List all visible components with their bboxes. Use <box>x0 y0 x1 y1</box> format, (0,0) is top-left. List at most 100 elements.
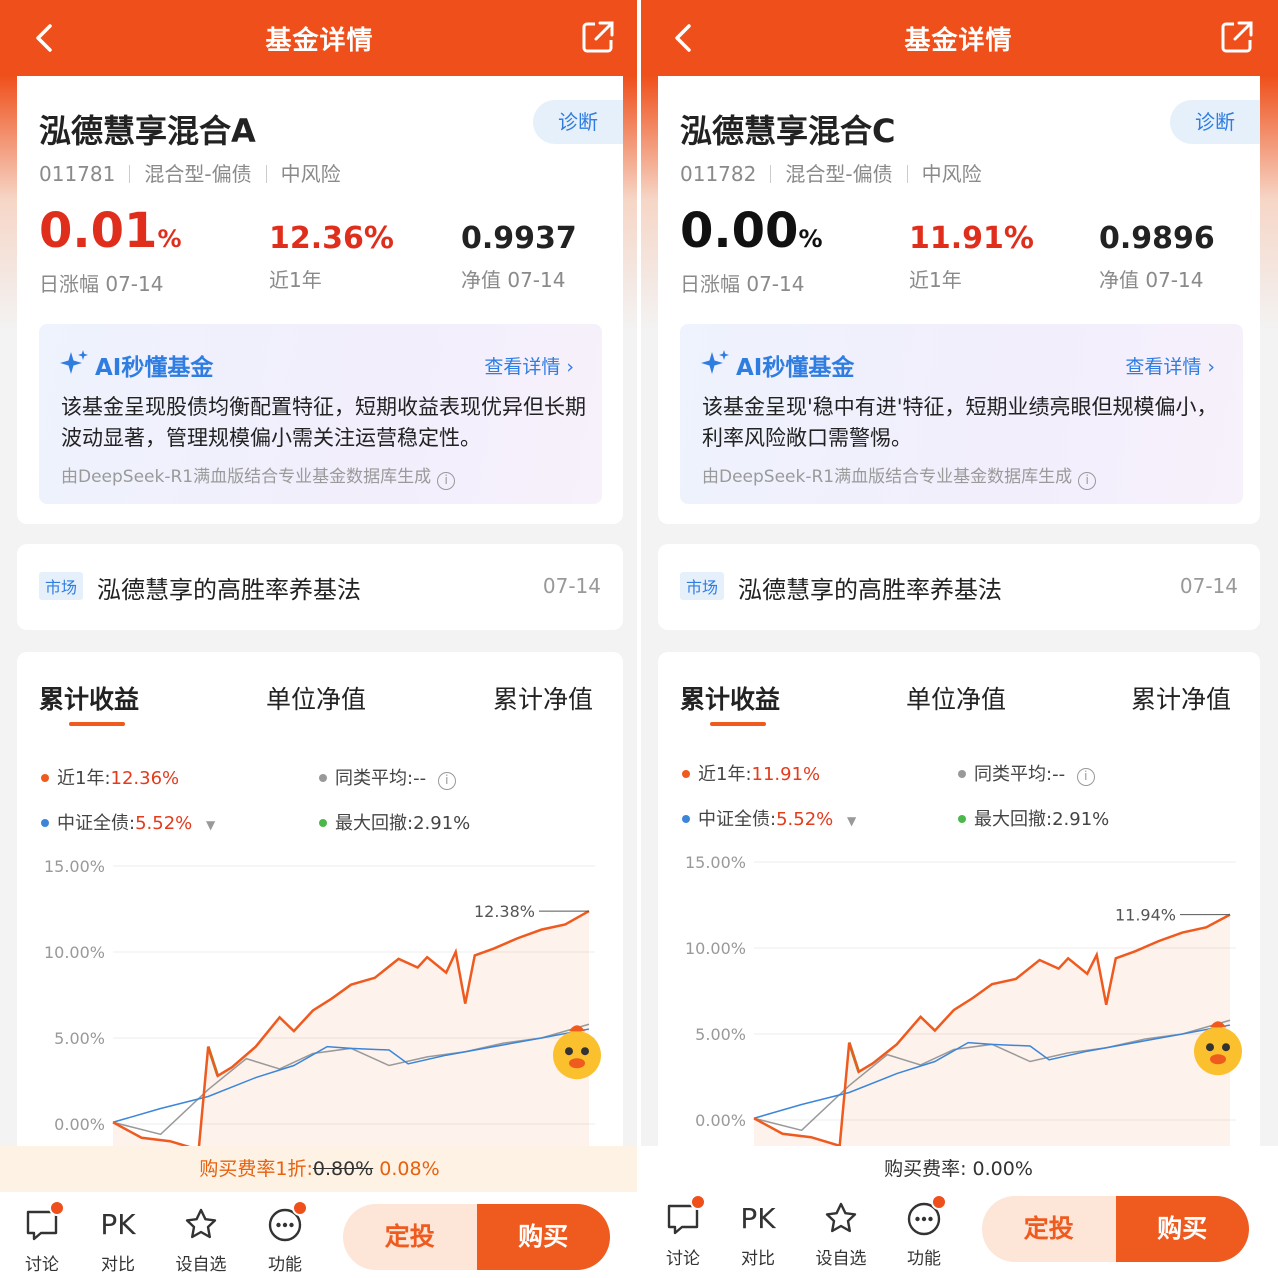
end-value-label: 12.38% <box>474 902 535 921</box>
discuss-label: 讨论 <box>25 1255 59 1275</box>
y-tick-label: 0.00% <box>54 1115 105 1134</box>
news-card[interactable]: 市场 泓德慧享的高胜率养基法 07-14 <box>17 544 623 630</box>
tab-cumulative-nav[interactable]: 累计净值 <box>493 680 593 716</box>
legend-dot <box>41 819 49 827</box>
ai-insight-box[interactable]: AI秒懂基金 查看详情 › 该基金呈现'稳中有进'特征，短期业绩亮眼但规模偏小，… <box>680 324 1243 504</box>
legend-value: 5.52% <box>776 809 834 830</box>
discuss-label: 讨论 <box>666 1249 700 1269</box>
tab-unit-nav[interactable]: 单位净值 <box>266 680 366 716</box>
action-pill: 定投 购买 <box>982 1196 1249 1262</box>
info-icon[interactable]: i <box>437 772 456 790</box>
ai-title: AI秒懂基金 <box>95 355 214 381</box>
sparkle-icon <box>60 350 88 374</box>
add-watchlist-button[interactable]: 设自选 <box>811 1200 871 1269</box>
notification-badge <box>931 1194 947 1210</box>
legend-label: 最大回撤: <box>974 809 1053 830</box>
pk-compare-button[interactable]: PK 对比 <box>88 1206 148 1275</box>
tab-cumulative-return[interactable]: 累计收益 <box>39 680 139 716</box>
daily-change-unit: % <box>798 225 823 253</box>
year-return-label: 近1年 <box>269 268 322 292</box>
daily-change-value: 0.01 <box>39 203 158 259</box>
chart-tabs: 累计收益 单位净值 累计净值 <box>17 680 623 730</box>
mascot-beak <box>1210 1054 1226 1065</box>
legend-label: 中证全债: <box>698 809 777 830</box>
mascot-eye <box>565 1047 573 1056</box>
bottom-action-bar: 讨论 PK 对比 设自选 功能 定投 购买 <box>639 1186 1278 1278</box>
legend-dot <box>958 770 966 778</box>
tab-cumulative-nav[interactable]: 累计净值 <box>1131 680 1231 716</box>
info-icon[interactable]: i <box>437 472 456 490</box>
ai-source: 由DeepSeek-R1满血版结合专业基金数据库生成 i <box>61 462 456 490</box>
news-card[interactable]: 市场 泓德慧享的高胜率养基法 07-14 <box>658 544 1260 630</box>
ai-insight-box[interactable]: AI秒懂基金 查看详情 › 该基金呈现股债均衡配置特征，短期收益表现优异但长期波… <box>39 324 602 504</box>
regular-invest-button[interactable]: 定投 <box>343 1204 477 1270</box>
star-icon <box>185 1208 217 1239</box>
mascot-eye <box>581 1047 589 1056</box>
fund-code: 011782 <box>680 162 757 186</box>
info-icon[interactable]: i <box>1076 768 1095 786</box>
fee-original: 0.80% <box>312 1158 374 1180</box>
y-tick-label: 15.00% <box>44 857 105 876</box>
ai-summary: 该基金呈现'稳中有进'特征，短期业绩亮眼但规模偏小，利率风险敞口需警惕。 <box>702 395 1218 450</box>
page-title: 基金详情 <box>265 26 374 56</box>
mascot-eye <box>1222 1043 1230 1052</box>
legend-dot <box>41 774 49 782</box>
notification-badge <box>292 1200 308 1216</box>
buy-button[interactable]: 购买 <box>1115 1196 1249 1262</box>
fund-code: 011781 <box>39 162 116 186</box>
legend-dot <box>682 815 690 823</box>
nav-value: 0.9937 <box>461 221 577 256</box>
ai-summary: 该基金呈现股债均衡配置特征，短期收益表现优异但长期波动显著，管理规模偏小需关注运… <box>61 395 586 450</box>
header-bar: 基金详情 <box>0 0 639 75</box>
watchlist-label: 设自选 <box>815 1249 867 1269</box>
daily-change-stat: 0.00% 日涨幅 07-14 <box>680 206 822 297</box>
legend-value: 2.91% <box>413 813 471 834</box>
mascot-body <box>1194 1027 1242 1076</box>
buy-button[interactable]: 购买 <box>476 1204 610 1270</box>
star-icon <box>825 1202 857 1233</box>
pk-icon: PK <box>100 1208 136 1241</box>
fee-value: 0.00% <box>972 1158 1033 1180</box>
fund-panel-a: 基金详情 泓德慧享混合A 诊断 011781 混合型-偏债 中风险 0.01% 日涨… <box>0 0 639 1278</box>
notification-badge <box>49 1200 65 1216</box>
fund-risk: 中风险 <box>280 162 341 186</box>
function-button[interactable]: 功能 <box>894 1194 954 1269</box>
panel-divider <box>637 0 641 1278</box>
legend-index[interactable]: 中证全债:5.52% ▼ <box>41 809 215 835</box>
ai-more-link[interactable]: 查看详情 › <box>1125 352 1215 379</box>
news-title: 泓德慧享的高胜率养基法 <box>97 576 361 604</box>
discuss-button[interactable]: 讨论 <box>12 1200 72 1275</box>
share-icon[interactable] <box>581 20 615 54</box>
info-icon[interactable]: i <box>1078 472 1097 490</box>
pk-compare-button[interactable]: PK 对比 <box>728 1200 788 1269</box>
add-watchlist-button[interactable]: 设自选 <box>171 1206 231 1275</box>
share-icon[interactable] <box>1220 20 1254 54</box>
legend-near-year: 近1年:12.36% <box>41 764 179 790</box>
header-bar: 基金详情 <box>639 0 1278 75</box>
discuss-button[interactable]: 讨论 <box>653 1194 713 1269</box>
compare-label: 对比 <box>741 1249 775 1269</box>
fund-name: 泓德慧享混合C <box>680 112 896 150</box>
tab-cumulative-return[interactable]: 累计收益 <box>680 680 780 716</box>
diagnose-button[interactable]: 诊断 <box>533 100 623 144</box>
legend-label: 近1年: <box>698 764 752 785</box>
pk-icon: PK <box>740 1202 776 1235</box>
function-button[interactable]: 功能 <box>255 1200 315 1275</box>
y-tick-label: 5.00% <box>695 1025 746 1044</box>
caret-down-icon: ▼ <box>847 814 857 828</box>
fee-label: 购买费率: <box>884 1158 967 1180</box>
performance-card: 累计收益 单位净值 累计净值 近1年:12.36% 同类平均:-- i 中证全债… <box>17 652 623 1212</box>
regular-invest-button[interactable]: 定投 <box>982 1196 1116 1262</box>
legend-value: 11.91% <box>751 764 821 785</box>
legend-label: 近1年: <box>57 768 111 789</box>
nav-stat: 0.9896 净值 07-14 <box>1099 222 1215 293</box>
ai-more-link[interactable]: 查看详情 › <box>484 352 574 379</box>
legend-near-year: 近1年:11.91% <box>682 760 820 786</box>
caret-down-icon: ▼ <box>206 818 216 832</box>
legend-index[interactable]: 中证全债:5.52% ▼ <box>682 805 856 831</box>
legend-label: 中证全债: <box>57 813 136 834</box>
function-label: 功能 <box>268 1255 302 1275</box>
tab-unit-nav[interactable]: 单位净值 <box>906 680 1006 716</box>
diagnose-button[interactable]: 诊断 <box>1170 100 1260 144</box>
compare-label: 对比 <box>101 1255 135 1275</box>
